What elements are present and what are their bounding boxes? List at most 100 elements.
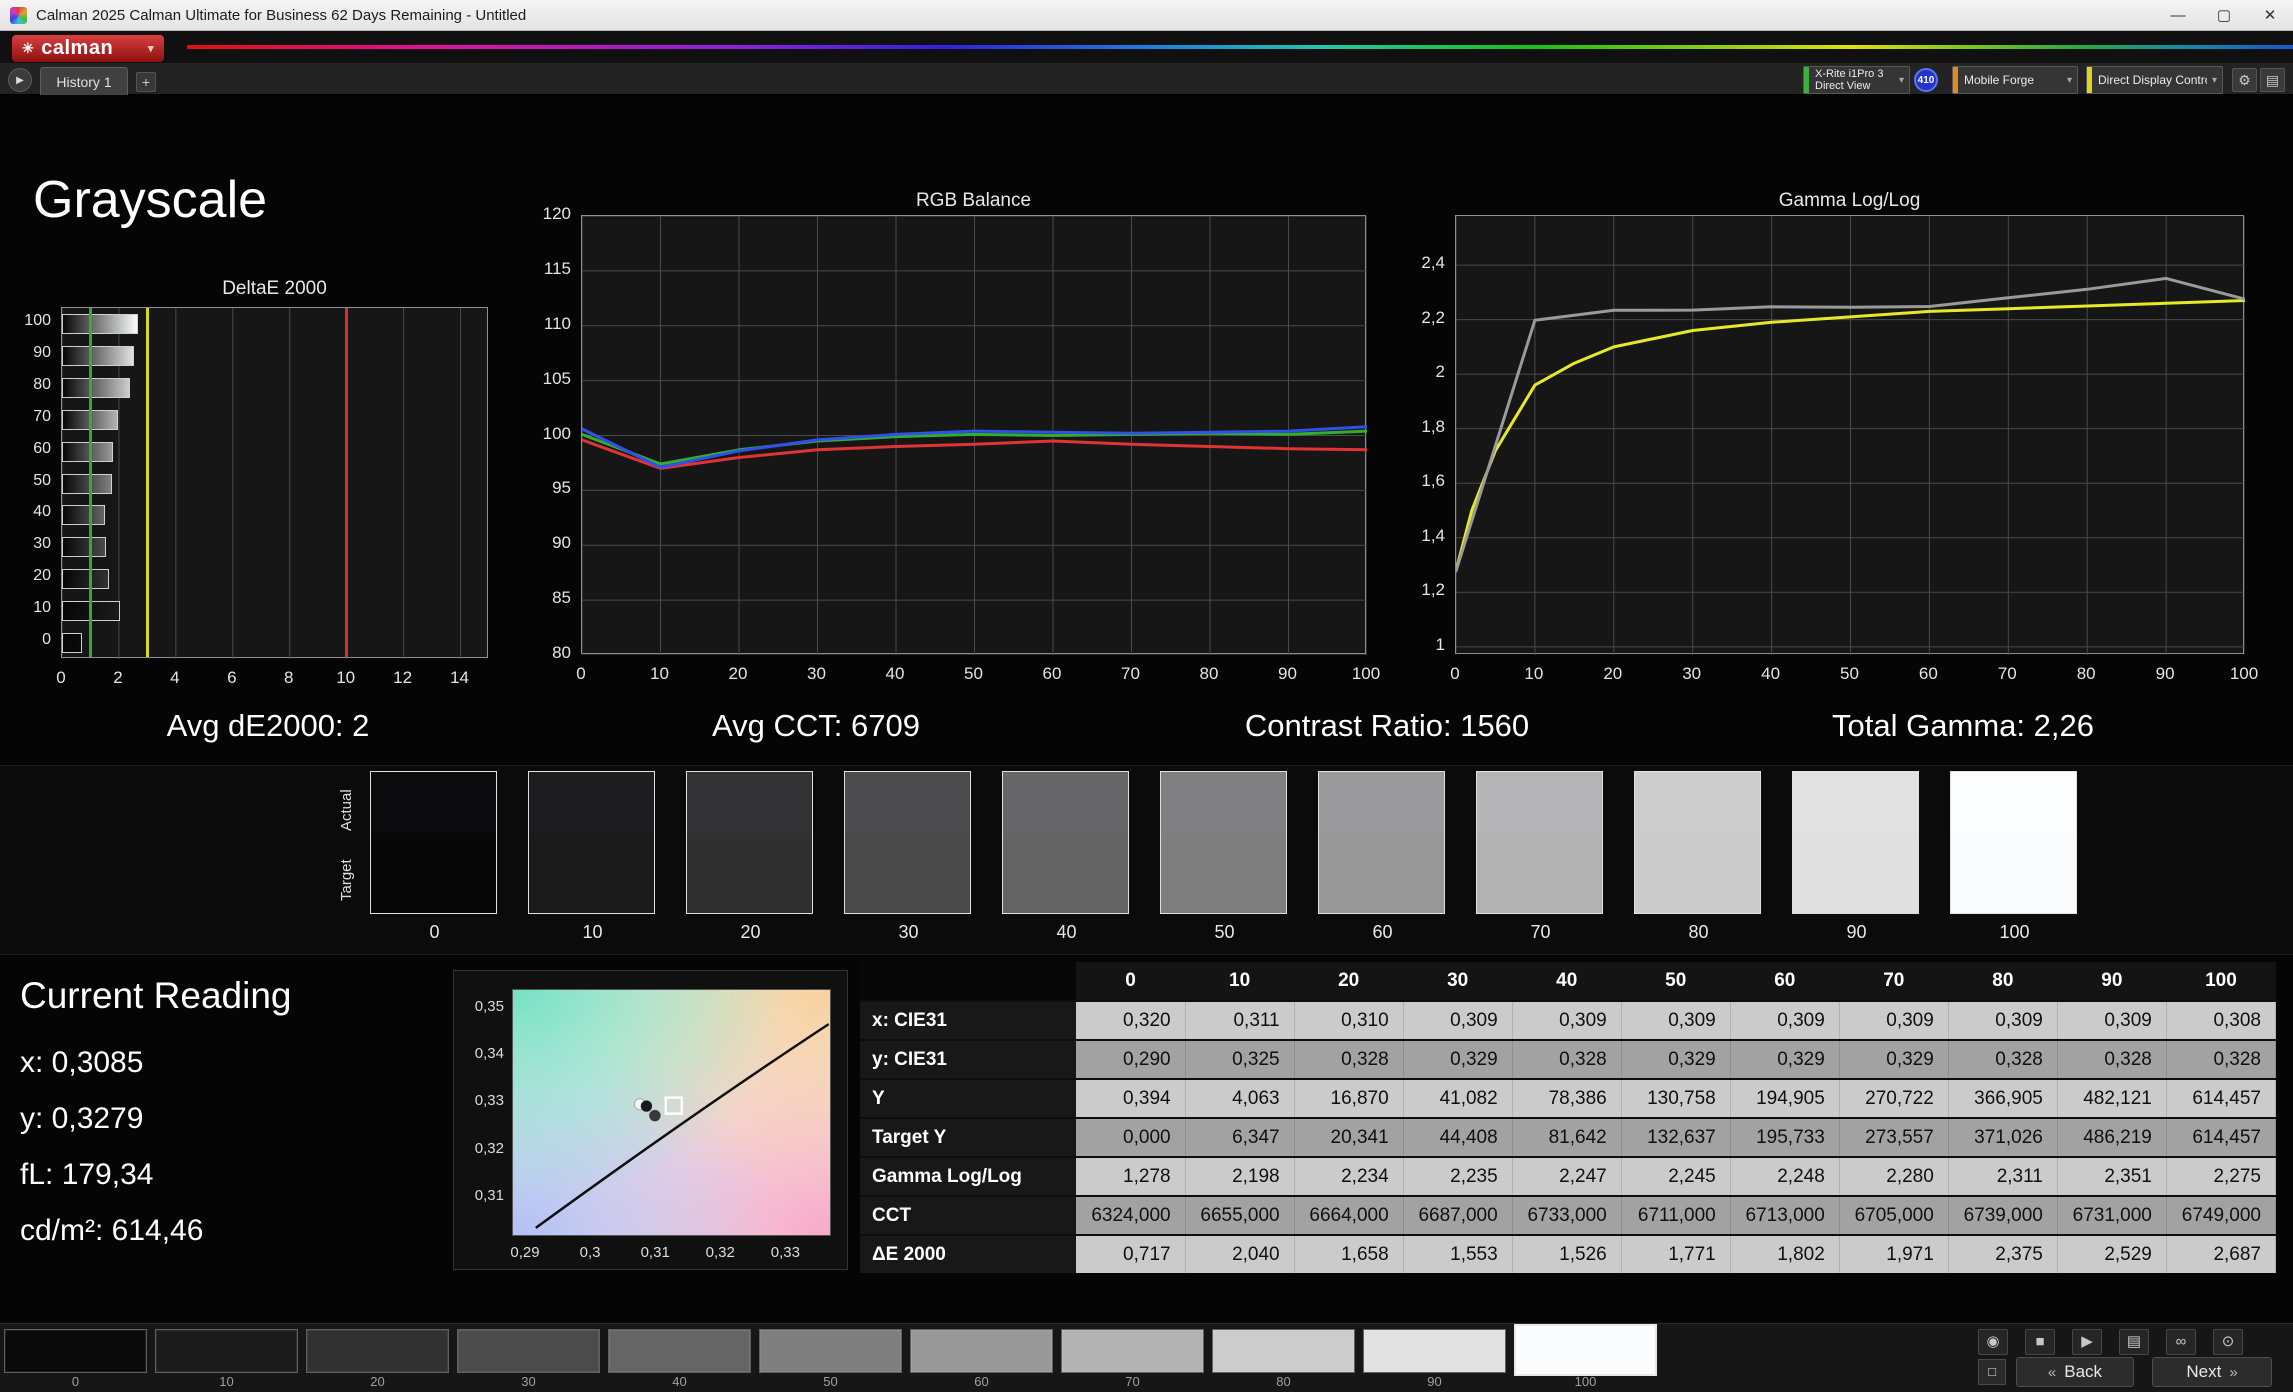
deltae-y-label: 80 — [33, 375, 51, 393]
maximize-button[interactable]: ▢ — [2201, 0, 2247, 31]
table-cell: 371,026 — [1948, 1117, 2058, 1157]
table-row-label: Gamma Log/Log — [860, 1156, 1077, 1196]
pattern-level-button-90[interactable] — [1363, 1329, 1506, 1373]
cie-y-tick: 0,31 — [474, 1187, 504, 1205]
stat-contrast-ratio: Contrast Ratio: 1560 — [1244, 708, 1530, 743]
next-label: Next — [2186, 1362, 2222, 1381]
gamma-y-tick: 1,8 — [1421, 416, 1445, 436]
cie-y-tick: 0,33 — [474, 1092, 504, 1110]
pattern-level-number: 0 — [71, 1374, 80, 1389]
play-icon[interactable]: ▶ — [2072, 1329, 2102, 1355]
meter-selector-dropdown[interactable]: X-Rite i1Pro 3 Direct View ▾ — [1803, 66, 1910, 94]
grayscale-table-container: 0 10 20 30 40 50 60 70 80 90 100 x: CIE31 0,320 0,311… — [860, 962, 2277, 1273]
swatch-actual — [1477, 772, 1602, 833]
table-cell: 6655,000 — [1185, 1195, 1295, 1235]
table-cell: 6664,000 — [1294, 1195, 1404, 1235]
next-button[interactable]: Next » — [2152, 1357, 2272, 1387]
deltae-y-label: 0 — [42, 631, 51, 649]
target-row-label: Target — [338, 859, 355, 901]
table-cell: 41,082 — [1403, 1078, 1513, 1118]
table-cell: 2,311 — [1948, 1156, 2058, 1196]
gamma-y-tick: 2,2 — [1421, 307, 1445, 327]
table-cell: 2,234 — [1294, 1156, 1404, 1196]
pattern-level-button-50[interactable] — [759, 1329, 902, 1373]
pattern-level-button-20[interactable] — [306, 1329, 449, 1373]
save-icon[interactable]: ▤ — [2119, 1329, 2149, 1355]
history-nav-icon[interactable]: ▶ — [8, 68, 32, 92]
table-row-label: Y — [860, 1078, 1077, 1118]
table-cell: 130,758 — [1621, 1078, 1731, 1118]
pattern-level-button-80[interactable] — [1212, 1329, 1355, 1373]
swatch-target — [687, 832, 812, 913]
table-cell: 1,553 — [1403, 1234, 1513, 1273]
minimize-button[interactable]: — — [2155, 0, 2201, 31]
gamma-x-tick: 70 — [1997, 664, 2017, 683]
gamma-x-tick: 10 — [1524, 664, 1544, 683]
layout-panel-icon[interactable]: ▤ — [2260, 68, 2285, 92]
swatch-level-label: 50 — [1214, 922, 1235, 942]
swatch-level-label: 70 — [1530, 922, 1551, 942]
add-tab-button[interactable]: + — [136, 72, 156, 92]
pattern-source-dropdown[interactable]: Mobile Forge ▾ — [1952, 66, 2078, 94]
table-cell: 2,687 — [2166, 1234, 2277, 1273]
table-cell: 0,328 — [1294, 1039, 1404, 1079]
table-cell: 614,457 — [2166, 1078, 2277, 1118]
grayscale-swatch — [844, 771, 971, 914]
calman-menu-button[interactable]: ✳ calman ▾ — [12, 35, 164, 62]
pattern-level-button-40[interactable] — [608, 1329, 751, 1373]
gamma-y-tick: 1,6 — [1421, 471, 1445, 491]
loop-icon[interactable]: ∞ — [2166, 1329, 2196, 1355]
table-cell: 2,275 — [2166, 1156, 2277, 1196]
table-column-header: 20 — [1294, 962, 1404, 1001]
display-control-label: Direct Display Control — [2098, 73, 2207, 87]
table-cell: 6739,000 — [1948, 1195, 2058, 1235]
settings-gear-icon[interactable]: ⚙ — [2232, 68, 2257, 92]
table-row: y: CIE31 0,290 0,325 0,328 0,329 0,328 0,329 0,… — [860, 1039, 2277, 1079]
pattern-level-number: 50 — [823, 1374, 838, 1389]
swatch-level-label: 20 — [740, 922, 761, 942]
app-icon — [10, 7, 27, 24]
table-column-header: 30 — [1403, 962, 1513, 1001]
swatch-level-label: 40 — [1056, 922, 1077, 942]
back-button[interactable]: « Back — [2016, 1357, 2134, 1387]
power-icon[interactable]: ⊙ — [2213, 1329, 2243, 1355]
swatch-target — [845, 832, 970, 913]
grayscale-swatch — [370, 771, 497, 914]
table-cell: 0,717 — [1076, 1234, 1186, 1273]
pattern-level-button-10[interactable] — [155, 1329, 298, 1373]
pattern-level-button-70[interactable] — [1061, 1329, 1204, 1373]
table-cell: 0,309 — [2057, 1000, 2167, 1040]
stop-icon[interactable]: ■ — [2025, 1329, 2055, 1355]
rgb-balance-y-tick: 105 — [542, 368, 571, 388]
pattern-level-number: 40 — [672, 1374, 687, 1389]
swatch-level-label: 30 — [898, 922, 919, 942]
pattern-level-button-100[interactable] — [1514, 1324, 1657, 1376]
pattern-level-button-60[interactable] — [910, 1329, 1053, 1373]
pattern-window-button[interactable]: □ — [1978, 1359, 2006, 1385]
table-cell: 0,329 — [1839, 1039, 1949, 1079]
window-titlebar: Calman 2025 Calman Ultimate for Business… — [0, 0, 2293, 31]
back-label: Back — [2064, 1362, 2103, 1381]
deltae-x-tick: 6 — [227, 668, 237, 687]
deltae-bar — [62, 633, 83, 654]
current-reading-x: x: 0,3085 — [20, 1046, 144, 1079]
deltae-x-tick: 14 — [450, 668, 469, 687]
table-cell: 2,280 — [1839, 1156, 1949, 1196]
display-control-dropdown[interactable]: Direct Display Control ▾ — [2086, 66, 2223, 94]
deltae-y-label: 60 — [33, 439, 51, 457]
meter-icon[interactable]: ◉ — [1978, 1329, 2008, 1355]
grayscale-swatch — [1476, 771, 1603, 914]
rgb-balance-y-tick: 110 — [543, 313, 571, 333]
table-cell: 0,308 — [2166, 1000, 2277, 1040]
close-button[interactable]: ✕ — [2247, 0, 2293, 31]
table-cell: 6711,000 — [1621, 1195, 1731, 1235]
deltae-bar — [62, 569, 110, 590]
swatch-actual — [529, 772, 654, 833]
table-cell: 0,320 — [1076, 1000, 1186, 1040]
tab-history-1[interactable]: History 1 — [40, 67, 128, 95]
gamma-y-tick: 2 — [1435, 362, 1445, 382]
deltae-x-tick: 8 — [283, 668, 294, 687]
pattern-level-button-30[interactable] — [457, 1329, 600, 1373]
page-title: Grayscale — [33, 171, 268, 229]
pattern-level-button-0[interactable] — [4, 1329, 147, 1373]
